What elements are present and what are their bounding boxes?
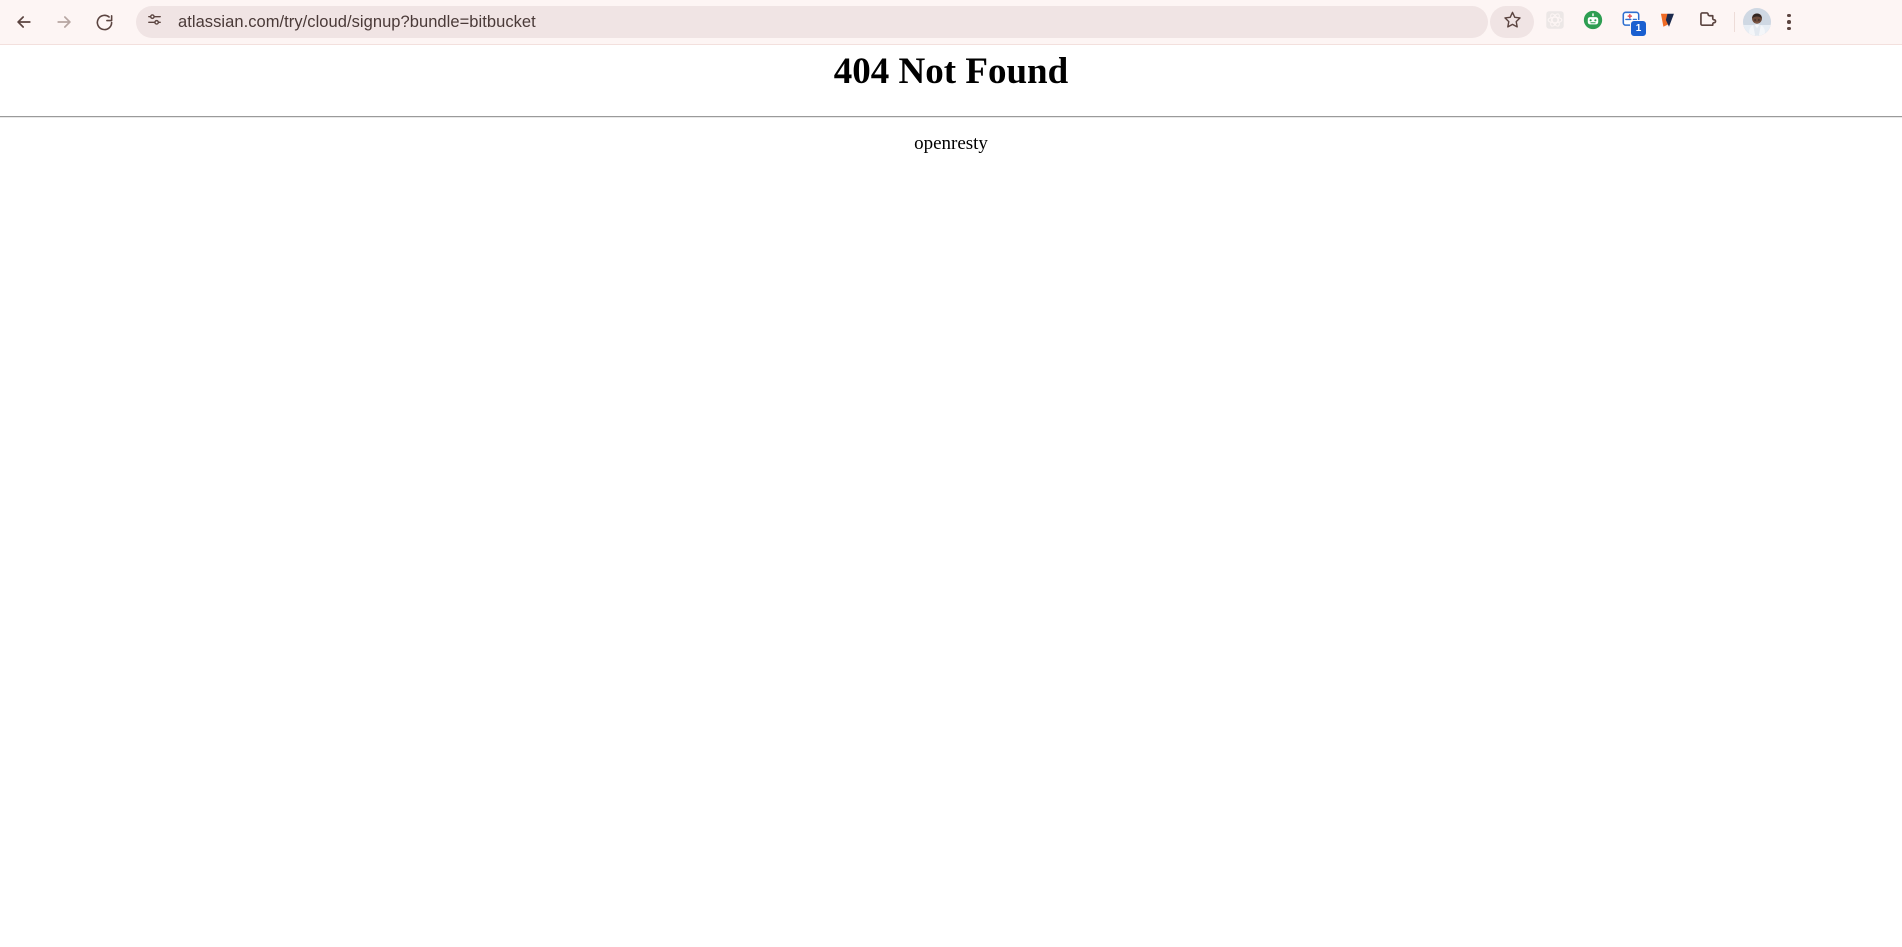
three-dot-menu-button[interactable] bbox=[1773, 4, 1805, 40]
forward-button[interactable] bbox=[44, 4, 84, 40]
star-outline-icon bbox=[1503, 10, 1522, 34]
back-button[interactable] bbox=[4, 4, 44, 40]
arrow-left-icon bbox=[14, 12, 34, 32]
browser-toolbar: atlassian.com/try/cloud/signup?bundle=bi… bbox=[0, 0, 1902, 44]
extension-grid-button[interactable] bbox=[1536, 4, 1574, 40]
green-robot-icon bbox=[1582, 9, 1604, 36]
puzzle-piece-icon bbox=[1697, 9, 1718, 35]
arrow-right-icon bbox=[54, 12, 74, 32]
notification-badge: 1 bbox=[1630, 20, 1647, 37]
reload-button[interactable] bbox=[84, 4, 124, 40]
extension-notification-button[interactable]: 1 bbox=[1612, 4, 1650, 40]
address-bar[interactable]: atlassian.com/try/cloud/signup?bundle=bi… bbox=[136, 6, 1488, 38]
grid-extension-icon bbox=[1544, 9, 1566, 36]
orange-v-logo-icon bbox=[1658, 9, 1680, 36]
extensions-menu-button[interactable] bbox=[1688, 4, 1726, 40]
three-dot-menu-icon bbox=[1787, 13, 1791, 31]
server-signature: openresty bbox=[914, 133, 988, 155]
page-content: 404 Not Found openresty bbox=[0, 45, 1902, 947]
page-title: 404 Not Found bbox=[833, 51, 1069, 92]
reload-icon bbox=[95, 13, 114, 32]
avatar[interactable] bbox=[1743, 8, 1771, 36]
toolbar-divider bbox=[1734, 12, 1735, 32]
site-settings-button[interactable] bbox=[140, 8, 168, 36]
toolbar-actions: 1 bbox=[1490, 4, 1805, 40]
extension-v-button[interactable] bbox=[1650, 4, 1688, 40]
extension-bot-button[interactable] bbox=[1574, 4, 1612, 40]
tune-sliders-icon bbox=[146, 11, 163, 33]
bookmark-button[interactable] bbox=[1490, 6, 1534, 38]
avatar-photo-icon bbox=[1743, 8, 1771, 36]
address-bar-url[interactable]: atlassian.com/try/cloud/signup?bundle=bi… bbox=[178, 13, 536, 32]
